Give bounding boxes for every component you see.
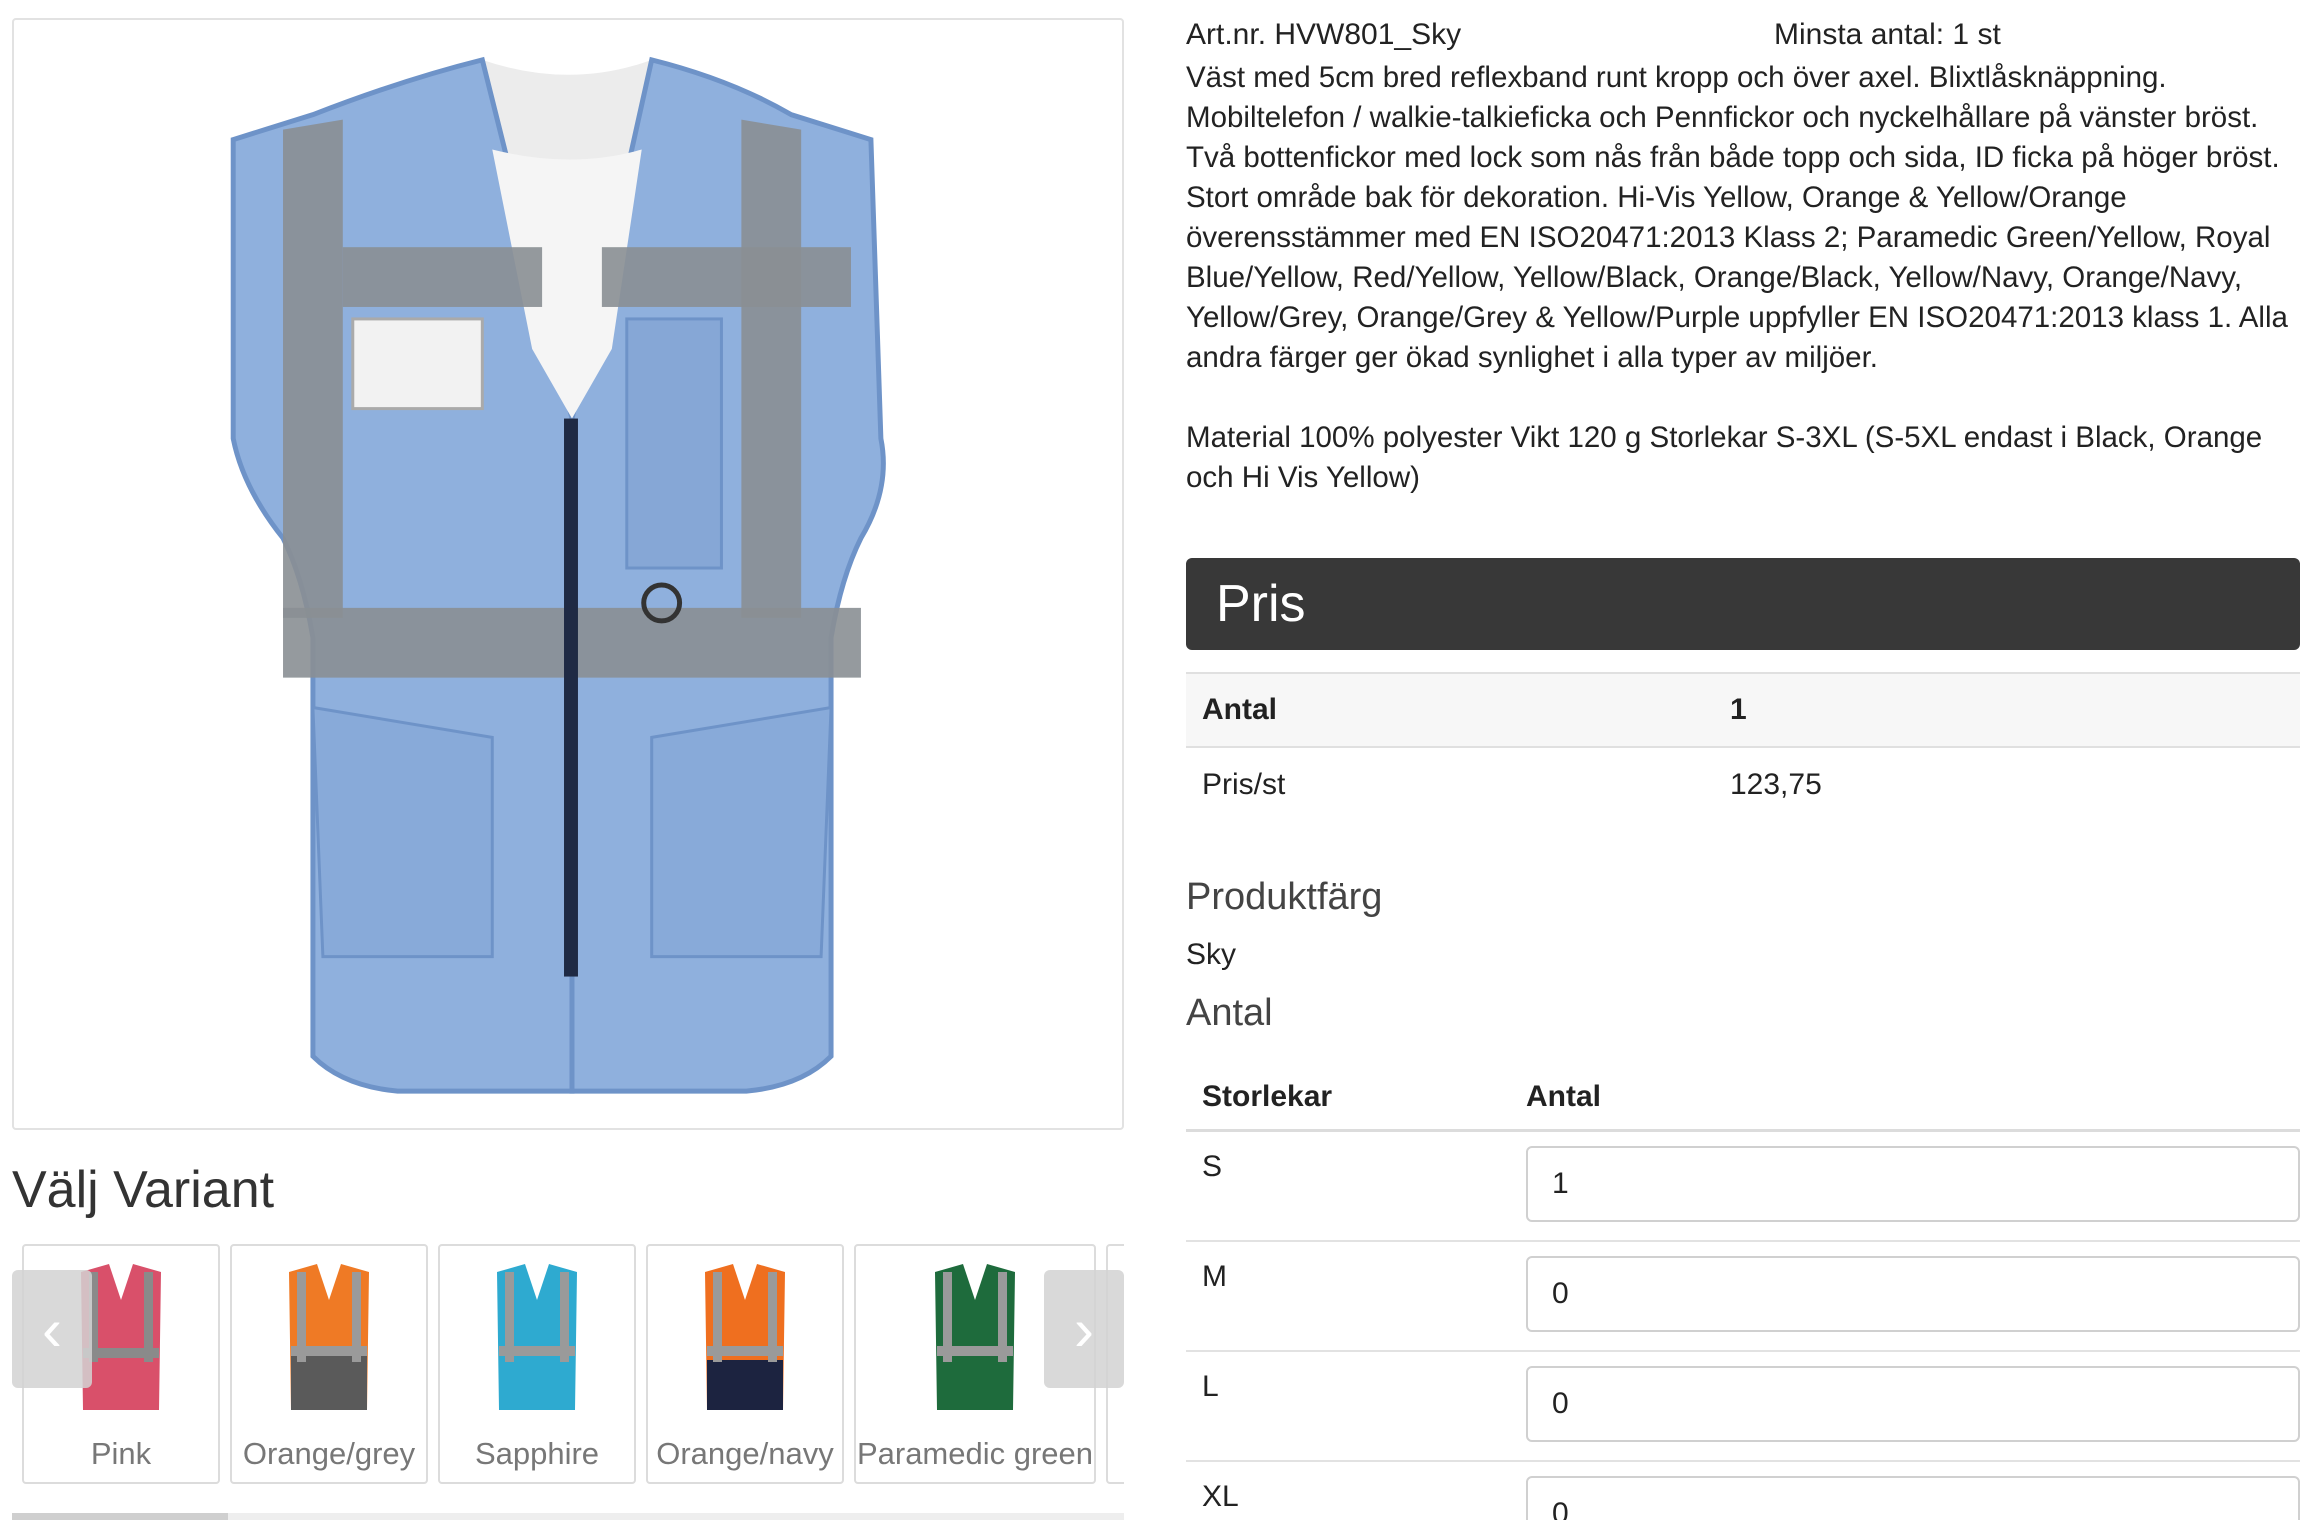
variant-label: Paramedic green — [856, 1436, 1094, 1471]
variant-heading: Välj Variant — [12, 1161, 275, 1219]
product-color-value: Sky — [1186, 938, 1237, 971]
carousel-next-button[interactable]: › — [1044, 1270, 1124, 1388]
price-header: Pris — [1186, 558, 2300, 650]
quantity-input-xl[interactable] — [1526, 1476, 2300, 1520]
product-material: Material 100% polyester Vikt 120 g Storl… — [1186, 421, 2263, 494]
size-label: S — [1202, 1150, 1223, 1183]
price-label: Antal — [1186, 672, 1730, 747]
size-row: S — [1186, 1132, 2300, 1242]
chevron-left-icon: ‹ — [42, 1295, 62, 1363]
vest-thumbnail — [935, 1264, 1015, 1410]
size-label: L — [1202, 1370, 1219, 1403]
price-value: 1 — [1730, 672, 2300, 747]
variant-label: Orange/grey — [242, 1436, 416, 1471]
size-row: M — [1186, 1242, 2300, 1352]
size-row: L — [1186, 1352, 2300, 1462]
variant-card-orange-navy[interactable]: Orange/navy — [646, 1244, 844, 1484]
product-description: Väst med 5cm bred reflexband runt kropp … — [1186, 61, 2288, 374]
size-label: M — [1202, 1260, 1227, 1293]
variant-label: Pink — [90, 1436, 152, 1471]
size-table-header: Storlekar Antal — [1186, 1058, 2300, 1132]
price-row: Antal 1 — [1186, 672, 2300, 747]
price-label: Pris/st — [1186, 746, 1730, 821]
variant-label: Orange/navy — [656, 1436, 834, 1471]
variant-label: Sapphire — [474, 1436, 600, 1471]
price-table: Antal 1 Pris/st 123,75 — [1186, 672, 2300, 821]
scrollbar-thumb[interactable] — [12, 1513, 228, 1520]
variant-card-sapphire[interactable]: Sapphire — [438, 1244, 636, 1484]
carousel-scrollbar[interactable] — [12, 1513, 1124, 1520]
product-color-heading: Produktfärg — [1186, 876, 1383, 918]
variant-card-orange-grey[interactable]: Orange/grey — [230, 1244, 428, 1484]
vest-thumbnail — [705, 1264, 785, 1410]
quantity-input-m[interactable] — [1526, 1256, 2300, 1332]
size-column-header: Storlekar — [1202, 1080, 1333, 1113]
quantity-input-l[interactable] — [1526, 1366, 2300, 1442]
chevron-right-icon: › — [1074, 1295, 1094, 1363]
variant-carousel[interactable]: Pink Orange/grey Sapphire Orange/navy Pa… — [12, 1240, 1124, 1490]
vest-illustration — [230, 56, 886, 1094]
vest-thumbnail — [289, 1264, 369, 1410]
article-number: Art.nr. HVW801_Sky — [1186, 18, 1462, 51]
main-product-image[interactable] — [12, 18, 1124, 1130]
quantity-input-s[interactable] — [1526, 1146, 2300, 1222]
quantity-column-header: Antal — [1526, 1080, 1601, 1113]
size-label: XL — [1202, 1480, 1239, 1513]
minimum-quantity: Minsta antal: 1 st — [1774, 18, 2001, 51]
carousel-prev-button[interactable]: ‹ — [12, 1270, 92, 1388]
size-row: XL — [1186, 1462, 2300, 1520]
quantity-heading: Antal — [1186, 992, 1273, 1034]
price-row: Pris/st 123,75 — [1186, 746, 2300, 821]
price-value: 123,75 — [1730, 746, 2300, 821]
size-quantity-table: Storlekar Antal S M L XL — [1186, 1058, 2300, 1520]
vest-thumbnail — [497, 1264, 577, 1410]
